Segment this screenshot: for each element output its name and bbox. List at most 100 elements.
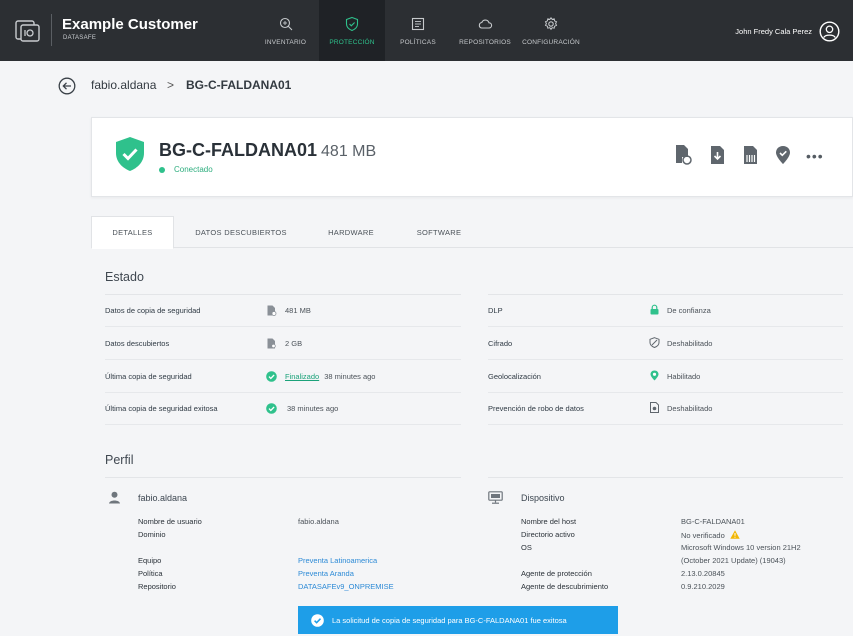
more-options-button[interactable]: ••• xyxy=(806,148,824,164)
document-icon xyxy=(411,17,425,30)
section-divider xyxy=(488,294,843,295)
nav-politicas[interactable]: POLÍTICAS xyxy=(391,0,445,61)
section-divider xyxy=(105,294,461,295)
row-divider xyxy=(488,392,843,393)
check-circle-icon xyxy=(266,403,277,414)
device-title: BG-C-FALDANA01 481 MB xyxy=(159,140,376,161)
row-divider xyxy=(488,359,843,360)
status-label: Prevención de robo de datos xyxy=(488,404,584,413)
row-divider xyxy=(105,359,461,360)
theft-prevention-icon xyxy=(650,402,659,413)
profile-label: Nombre del host xyxy=(521,517,577,526)
profile-value: 0.9.210.2029 xyxy=(681,582,725,591)
perfil-section-title: Perfil xyxy=(105,453,134,467)
nav-label: REPOSITORIOS xyxy=(459,38,511,46)
location-check-icon[interactable] xyxy=(773,144,793,166)
tab-datos-descubiertos[interactable]: DATOS DESCUBIERTOS xyxy=(182,216,300,248)
cloud-icon xyxy=(478,19,493,29)
nav-label: INVENTARIO xyxy=(264,38,307,46)
status-time: 38 minutes ago xyxy=(324,372,376,381)
profile-label: OS xyxy=(521,543,532,552)
user-name[interactable]: John Fredy Cala Perez xyxy=(735,27,812,36)
detail-tabs: DETALLES DATOS DESCUBIERTOS HARDWARE SOF… xyxy=(91,216,853,249)
check-circle-icon xyxy=(266,371,277,382)
profile-label: Equipo xyxy=(138,556,162,565)
status-value: 481 MB xyxy=(285,306,311,315)
status-value: Finalizado 38 minutes ago xyxy=(285,372,375,381)
profile-device-heading: Dispositivo xyxy=(521,493,565,503)
brand-subtitle: DATASAFE xyxy=(63,35,97,41)
status-value: Deshabilitado xyxy=(667,404,713,413)
status-label: DLP xyxy=(488,306,503,315)
status-label: Datos descubiertos xyxy=(105,339,170,348)
connection-status: Conectado xyxy=(174,165,213,174)
brand-name: Example Customer xyxy=(62,16,198,33)
lock-icon xyxy=(650,304,659,315)
status-value: De confianza xyxy=(667,306,711,315)
tab-software[interactable]: SOFTWARE xyxy=(404,216,474,248)
profile-value: BG-C-FALDANA01 xyxy=(681,517,745,526)
profile-value-continued: (October 2021 Update) (19043) xyxy=(681,556,786,565)
warning-icon xyxy=(730,530,740,539)
breadcrumb-current: BG-C-FALDANA01 xyxy=(186,78,292,92)
status-label: Última copia de seguridad exitosa xyxy=(105,404,218,413)
protected-shield-icon xyxy=(116,137,144,171)
status-label: Datos de copia de seguridad xyxy=(105,306,201,315)
nav-proteccion[interactable]: PROTECCIÓN xyxy=(319,0,385,61)
profile-label: Política xyxy=(138,569,163,578)
profile-value: No verificado xyxy=(681,530,740,540)
section-divider xyxy=(105,477,461,478)
ad-status: No verificado xyxy=(681,531,725,540)
row-divider xyxy=(105,424,461,425)
report-file-icon[interactable] xyxy=(741,144,761,166)
top-bar: Example Customer DATASAFE INVENTARIO PRO… xyxy=(0,0,853,61)
breadcrumb-separator: > xyxy=(167,78,175,92)
status-value: Habilitado xyxy=(667,372,701,381)
nav-label: PROTECCIÓN xyxy=(329,38,375,46)
success-toast[interactable]: La solicitud de copia de seguridad para … xyxy=(298,606,618,634)
estado-section-title: Estado xyxy=(105,270,144,284)
connected-status-dot xyxy=(159,167,165,173)
profile-label: Agente de descubrimiento xyxy=(521,582,609,591)
device-name: BG-C-FALDANA01 xyxy=(159,140,318,160)
finalizado-link[interactable]: Finalizado xyxy=(285,372,319,381)
shield-icon xyxy=(345,16,359,31)
user-icon xyxy=(109,491,120,504)
profile-value: Microsoft Windows 10 version 21H2 xyxy=(681,543,801,552)
user-avatar-icon[interactable] xyxy=(819,21,840,42)
status-label: Geolocalización xyxy=(488,372,541,381)
location-pin-icon xyxy=(650,370,659,381)
profile-label: Agente de protección xyxy=(521,569,592,578)
nav-configuracion[interactable]: CONFIGURACIÓN xyxy=(519,0,583,61)
search-icon xyxy=(279,17,292,30)
toast-message: La solicitud de copia de seguridad para … xyxy=(332,615,567,625)
breadcrumb-parent[interactable]: fabio.aldana xyxy=(91,78,156,92)
policy-link[interactable]: Preventa Aranda xyxy=(298,569,354,578)
row-divider xyxy=(488,326,843,327)
repository-link[interactable]: DATASAFEv9_ONPREMISE xyxy=(298,582,394,591)
backup-file-icon xyxy=(267,305,277,316)
tab-hardware[interactable]: HARDWARE xyxy=(316,216,386,248)
datasafe-logo-icon xyxy=(15,20,40,42)
restore-file-icon[interactable] xyxy=(673,144,693,166)
profile-value: 2.13.0.20845 xyxy=(681,569,725,578)
back-arrow-icon[interactable] xyxy=(58,77,76,95)
profile-label: Nombre de usuario xyxy=(138,517,202,526)
device-card: BG-C-FALDANA01 481 MB Conectado ••• xyxy=(91,117,853,197)
brand-divider xyxy=(51,14,52,46)
nav-inventario[interactable]: INVENTARIO xyxy=(256,0,315,61)
profile-value: fabio.aldana xyxy=(298,517,339,526)
discovered-file-icon xyxy=(267,338,276,349)
status-value: 38 minutes ago xyxy=(287,404,339,413)
backup-now-icon[interactable] xyxy=(708,144,728,166)
team-link[interactable]: Preventa Latinoamerica xyxy=(298,556,377,565)
shield-off-icon xyxy=(649,337,660,348)
monitor-icon xyxy=(488,491,503,504)
row-divider xyxy=(105,392,461,393)
profile-label: Repositorio xyxy=(138,582,176,591)
nav-label: CONFIGURACIÓN xyxy=(522,38,580,46)
profile-label: Dominio xyxy=(138,530,166,539)
tab-detalles[interactable]: DETALLES xyxy=(91,216,174,249)
nav-repositorios[interactable]: REPOSITORIOS xyxy=(454,0,516,61)
status-value: 2 GB xyxy=(285,339,303,348)
